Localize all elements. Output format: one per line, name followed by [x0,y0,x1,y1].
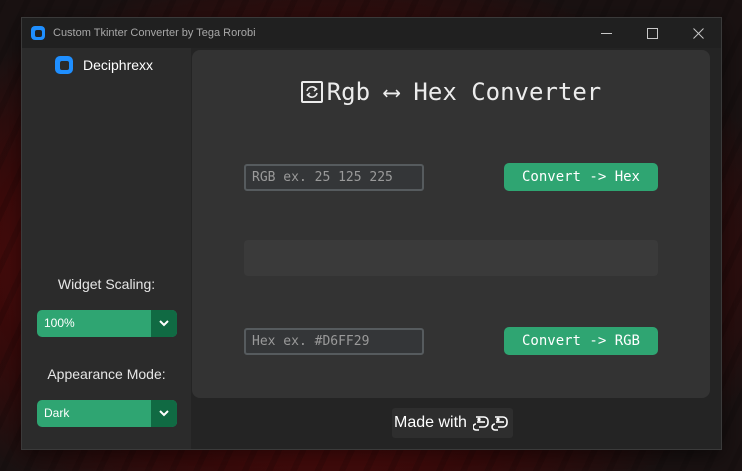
convert-to-hex-button[interactable]: Convert -> Hex [504,163,658,191]
made-with-credit: Made with [392,408,513,438]
hex-input[interactable] [244,328,424,355]
rgb-input[interactable] [244,164,424,191]
chevron-down-icon[interactable] [151,310,177,337]
close-icon [692,27,704,39]
close-button[interactable] [675,18,721,48]
brand-logo-icon [55,56,73,74]
appearance-mode-dropdown[interactable]: Dark [37,400,177,427]
maximize-icon [646,27,658,39]
convert-to-rgb-button[interactable]: Convert -> RGB [504,327,658,355]
title-bar[interactable]: Custom Tkinter Converter by Tega Rorobi [22,18,721,48]
python-icon [472,413,511,433]
minimize-button[interactable] [583,18,629,48]
converter-panel: Rgb ⟷ Hex Converter Convert -> Hex Conve… [192,50,710,398]
maximize-button[interactable] [629,18,675,48]
brand-name: Deciphrexx [83,57,154,73]
window-controls [583,18,721,48]
widget-scaling-value: 100% [44,316,75,330]
appearance-mode-label: Appearance Mode: [47,366,166,382]
app-logo-icon [31,26,45,40]
appearance-mode-value: Dark [44,406,70,420]
convert-arrows-icon [300,81,323,103]
page-title: Rgb ⟷ Hex Converter [192,78,710,106]
result-output [244,240,658,276]
brand: Deciphrexx [55,56,153,74]
made-with-text: Made with [394,414,467,431]
sidebar: Deciphrexx Widget Scaling: 100% Appearan… [22,48,191,449]
app-window: Custom Tkinter Converter by Tega Rorobi … [22,18,721,449]
chevron-down-icon[interactable] [151,400,177,427]
window-title: Custom Tkinter Converter by Tega Rorobi [53,27,256,39]
page-title-text: Rgb ⟷ Hex Converter [326,78,602,106]
widget-scaling-label: Widget Scaling: [57,276,156,292]
minimize-icon [600,32,612,34]
widget-scaling-dropdown[interactable]: 100% [37,310,177,337]
